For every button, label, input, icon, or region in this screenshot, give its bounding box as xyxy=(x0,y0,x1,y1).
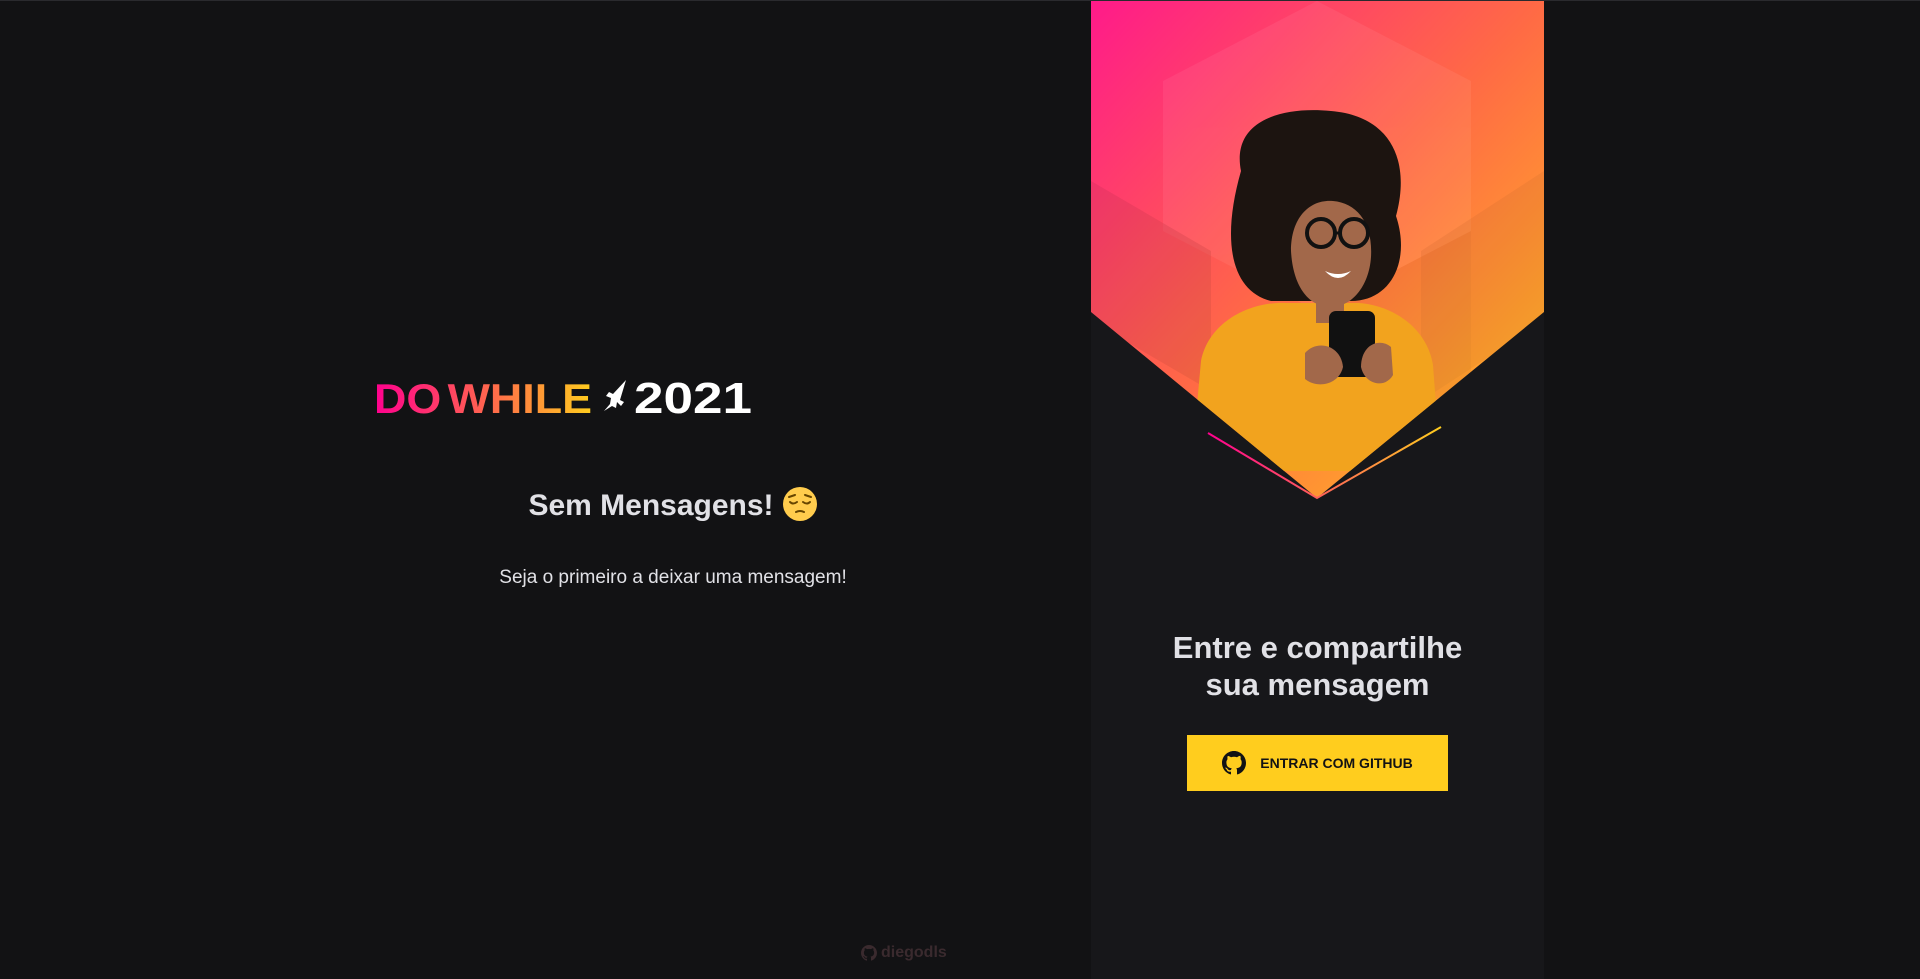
dowhile-logo: DO WHILE 2021 xyxy=(374,376,752,416)
github-signin-button[interactable]: ENTRAR COM GITHUB xyxy=(1187,735,1448,791)
login-title-line2: sua mensagem xyxy=(1205,667,1430,702)
page: DO WHILE 2021 Sem Mensagens! Seja o prime… xyxy=(0,0,1920,979)
footer-user[interactable]: diegodls xyxy=(861,943,947,963)
footer-username: diegodls xyxy=(881,944,947,961)
banner-illustration xyxy=(1091,1,1544,500)
empty-messages-title-text: Sem Mensagens! xyxy=(528,489,774,522)
svg-text:DOWHILE: DO WHILE xyxy=(374,376,592,416)
github-signin-label: ENTRAR COM GITHUB xyxy=(1260,755,1413,771)
svg-text:2021: 2021 xyxy=(634,376,752,416)
message-list-area: DO WHILE 2021 Sem Mensagens! Seja o prime… xyxy=(0,0,1091,979)
login-title: Entre e compartilhe sua mensagem xyxy=(1091,629,1544,703)
login-panel: Entre e compartilhe sua mensagem ENTRAR … xyxy=(1091,1,1544,979)
github-icon xyxy=(861,945,877,961)
rocket-icon xyxy=(604,380,626,411)
github-icon xyxy=(1222,751,1247,775)
login-title-line1: Entre e compartilhe xyxy=(1172,630,1463,665)
pensive-face-icon xyxy=(782,487,817,521)
